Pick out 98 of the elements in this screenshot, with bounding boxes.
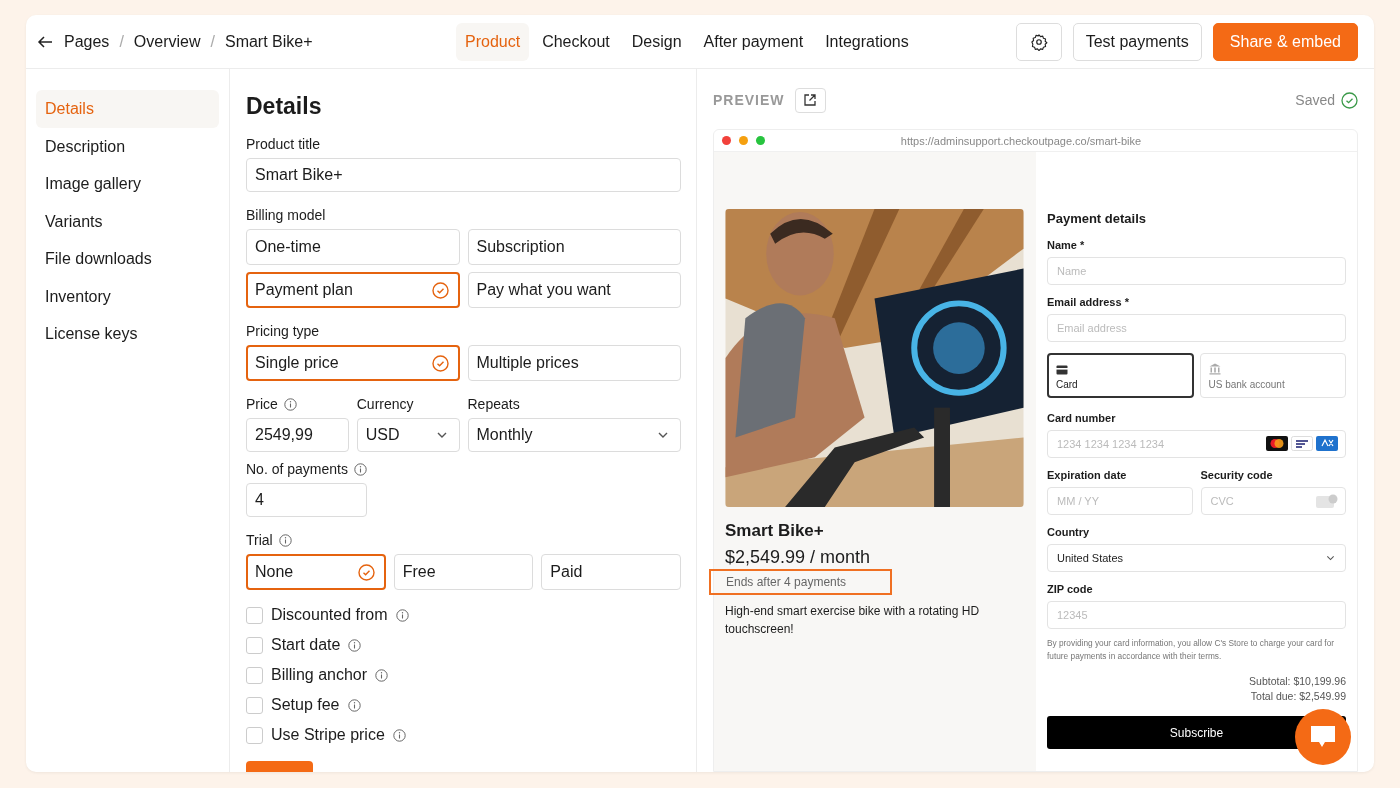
checkbox[interactable] [246,636,263,654]
sidebar-item[interactable]: Image gallery [36,165,219,203]
card-brand-icon [1291,436,1313,451]
nav-tab[interactable]: After payment [694,22,813,61]
save-status: Saved [1295,92,1335,108]
input-field[interactable]: Smart Bike+ [246,158,681,192]
option-button[interactable]: One-time [246,229,460,265]
field-label: Expiration date [1047,469,1128,482]
breadcrumb-link[interactable]: Smart Bike+ [224,32,313,51]
input-field[interactable]: Name [1047,257,1346,285]
info-icon [348,638,362,652]
field-label: Billing model [246,207,326,223]
product-name: Smart Bike+ [725,521,825,541]
sidebar-item[interactable]: Description [36,127,219,165]
checkbox-label: Setup fee [271,696,340,714]
nav-tab[interactable]: Integrations [816,22,918,61]
input-field[interactable]: 4 [246,483,367,517]
preview-label: PREVIEW [713,92,785,108]
traffic-light-icon [739,136,748,145]
sidebar-item[interactable]: Inventory [36,277,219,315]
input-field[interactable]: 12345 [1047,601,1346,629]
input-field[interactable]: 2549,99 [246,418,349,452]
field-label: Email address * [1047,296,1130,309]
product-description: High-end smart exercise bike with a rotating HD touchscreen! [725,603,981,638]
checkbox[interactable] [246,606,263,624]
nav-tab[interactable]: Checkout [533,22,619,61]
info-icon [392,728,406,742]
test-payments-button[interactable]: Test payments [1072,22,1202,61]
field-label: Price [246,396,278,412]
option-button[interactable]: Multiple prices [467,345,681,381]
checkbox-label: Billing anchor [271,666,368,684]
option-button[interactable]: Subscription [467,229,681,265]
select-field[interactable]: USD [356,418,460,452]
section-heading: Details [246,93,323,120]
terms-text: By providing your card information, you allow C's Store to charge your card for future payments in accordance with their terms. [1047,637,1336,663]
bank-icon [1208,363,1221,375]
field-label: Card number [1047,412,1117,425]
country-select[interactable]: United States [1047,544,1346,572]
checkbox-label: Start date [271,636,341,654]
mastercard-icon [1266,436,1288,451]
input-field[interactable]: MM / YY [1047,487,1193,515]
payment-count-note: Ends after 4 payments [709,569,893,595]
info-icon [375,668,389,682]
field-label: Trial [246,532,273,548]
nav-tab[interactable]: Design [622,22,691,61]
field-label: Pricing type [246,323,320,339]
checkbox[interactable] [246,726,263,744]
cvc-card-icon [1316,494,1338,509]
field-label: Currency [356,396,414,412]
option-button[interactable]: Paid [541,554,681,590]
check-circle-icon [431,354,449,372]
traffic-light-icon [722,136,731,145]
subtotal-text: Subtotal: $10,199.96 [1249,675,1346,687]
product-price: $2,549.99 / month [725,547,872,568]
checkbox[interactable] [246,666,263,684]
field-label: Security code [1200,469,1274,482]
field-label: ZIP code [1047,583,1094,596]
settings-icon [1029,32,1048,51]
credit-card-icon [1056,365,1068,375]
checkbox-label: Discounted from [271,606,388,624]
check-circle-icon [431,281,449,299]
breadcrumb-separator: / [210,32,215,51]
url-text: https://adminsupport.checkoutpage.co/smart-bike [899,134,1143,147]
checkbox[interactable] [246,696,263,714]
option-button[interactable]: Free [393,554,534,590]
info-icon [347,698,361,712]
sidebar-item[interactable]: Variants [36,202,219,240]
info-icon [395,608,409,622]
breadcrumb-link[interactable]: Overview [133,32,201,51]
field-label: Name * [1047,239,1086,252]
breadcrumb-link[interactable]: Pages [64,32,110,51]
total-text: Total due: $2,549.99 [1250,690,1346,702]
option-button[interactable]: None [246,554,386,590]
option-button[interactable]: Pay what you want [467,272,681,308]
payment-heading: Payment details [1047,211,1147,226]
checkbox-label: Use Stripe price [271,726,385,744]
field-label: Repeats [467,396,520,412]
sidebar-item[interactable]: File downloads [36,240,219,278]
input-field[interactable]: Email address [1047,314,1346,342]
option-button[interactable]: Single price [246,345,460,381]
check-circle-icon [1341,91,1358,109]
select-field[interactable]: Monthly [467,418,681,452]
traffic-light-icon [756,136,765,145]
settings-button[interactable] [1015,22,1062,61]
field-label: No. of payments [246,461,348,477]
check-circle-icon [357,563,375,581]
card-brand-icon [1316,436,1338,451]
open-preview-button[interactable] [794,87,826,113]
payment-method-tab[interactable]: US bank account [1199,353,1346,398]
breadcrumb-separator: / [119,32,124,51]
payment-method-tab[interactable]: Card [1047,353,1194,398]
option-button[interactable]: Payment plan [246,272,460,308]
chat-bubble-icon [1310,725,1336,749]
external-link-icon [803,93,818,107]
security-code-field[interactable]: CVC [1200,487,1346,515]
field-label: Product title [246,136,320,152]
sidebar-item[interactable]: License keys [36,315,219,353]
field-label: Country [1047,526,1091,539]
